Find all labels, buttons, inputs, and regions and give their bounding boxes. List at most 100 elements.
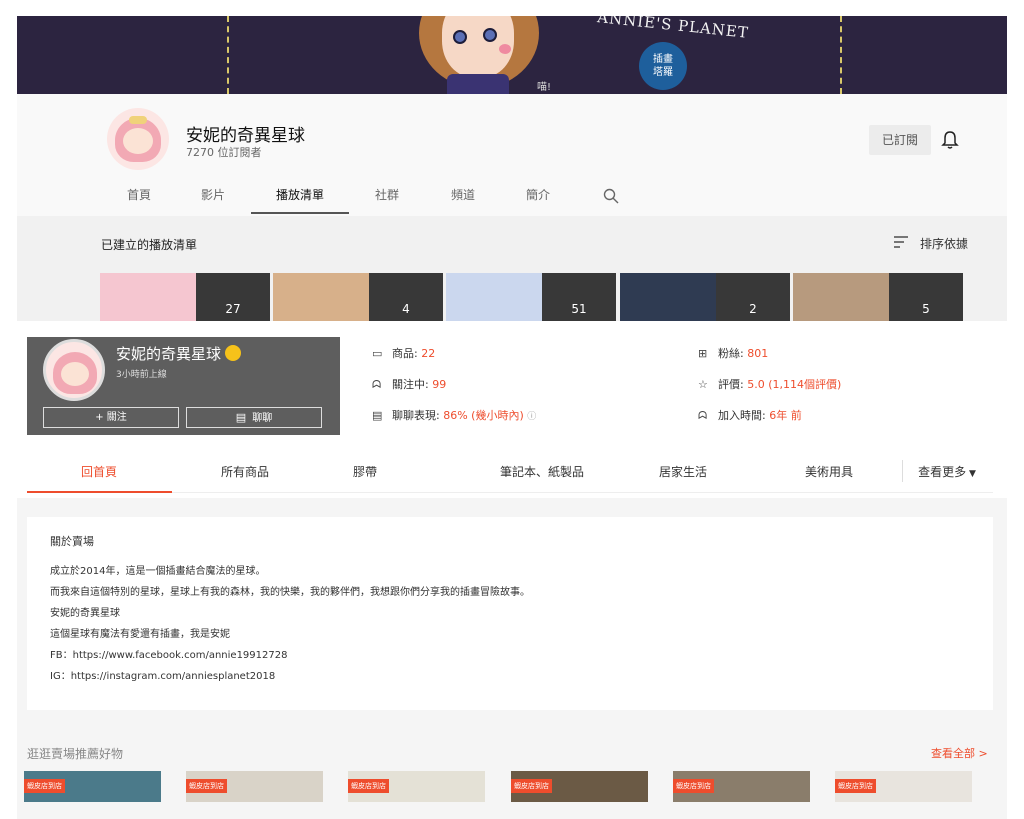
- banner-eye: [483, 28, 497, 42]
- stat-joined: ᗣ 加入時間: 6年 前: [698, 409, 802, 422]
- view-all-link[interactable]: 查看全部 >: [931, 745, 988, 761]
- tab-notebooks[interactable]: 筆記本、紙製品: [487, 463, 597, 480]
- playlist-art: [446, 273, 542, 321]
- shop-tabs: 回首頁 所有商品 膠帶 筆記本、紙製品 居家生活 美術用具 查看更多 ▼: [27, 457, 993, 493]
- banner-dashed-line: [227, 16, 229, 94]
- channel-name: 安妮的奇異星球: [186, 126, 305, 146]
- shop-name: 安妮的奇異星球: [116, 343, 242, 364]
- banner-collar: [447, 74, 509, 94]
- chat-bubble-icon: ▤: [372, 409, 383, 422]
- about-ig-link[interactable]: IG：https://instagram.com/anniesplanet201…: [50, 667, 275, 682]
- stat-products: ▭ 商品: 22: [372, 347, 436, 360]
- about-fb-link[interactable]: FB：https://www.facebook.com/annie1991272…: [50, 646, 287, 661]
- playlist-thumbnail[interactable]: 27: [100, 273, 270, 321]
- channel-banner: ANNIE'S PLANET 插畫 塔羅 喵!: [17, 16, 1007, 94]
- banner-badge-line: 插畫: [653, 54, 673, 65]
- tab-home-living[interactable]: 居家生活: [655, 463, 711, 480]
- tab-all-products[interactable]: 所有商品: [207, 463, 283, 480]
- shop-profile-card: 安妮的奇異星球 3小時前上線 + 關注 ▤ 聊聊: [27, 337, 340, 435]
- playlist-art: [273, 273, 369, 321]
- about-shop-card: 關於賣場 成立於2014年，這是一個插畫結合魔法的星球。 而我來自這個特別的星球…: [27, 517, 993, 710]
- playlist-video-count: 5: [889, 273, 963, 321]
- playlist-thumbnail[interactable]: 51: [446, 273, 616, 321]
- last-active: 3小時前上線: [116, 370, 167, 380]
- product-card[interactable]: 蝦皮店到店: [673, 771, 810, 802]
- tab-about[interactable]: 簡介: [526, 186, 550, 214]
- banner-badge-line: 塔羅: [653, 67, 673, 78]
- more-tabs-button[interactable]: 查看更多 ▼: [916, 463, 978, 480]
- youtube-channel-panel: ANNIE'S PLANET 插畫 塔羅 喵! 安妮的奇異星球 7270 位訂閱…: [17, 16, 1007, 321]
- tab-channels[interactable]: 頻道: [451, 186, 475, 214]
- playlist-video-count: 2: [716, 273, 790, 321]
- product-card[interactable]: 蝦皮店到店: [835, 771, 972, 802]
- stat-rating: ☆ 評價: 5.0 (1,114個評價): [698, 378, 842, 391]
- search-icon[interactable]: [603, 188, 619, 204]
- tab-videos[interactable]: 影片: [201, 186, 225, 214]
- store-pickup-tag: 蝦皮店到店: [835, 779, 876, 793]
- banner-title: ANNIE'S PLANET: [596, 16, 750, 42]
- person-icon: ᗣ: [698, 409, 708, 422]
- playlist-art: [620, 273, 716, 321]
- store-icon: ▭: [372, 347, 383, 360]
- tab-home[interactable]: 首頁: [127, 186, 151, 214]
- star-icon: ☆: [698, 378, 708, 391]
- banner-eye: [453, 30, 467, 44]
- channel-avatar[interactable]: [107, 108, 169, 170]
- banner-small-text: 喵!: [537, 82, 552, 93]
- store-pickup-tag: 蝦皮店到店: [186, 779, 227, 793]
- product-card[interactable]: 蝦皮店到店: [511, 771, 648, 802]
- about-line: 成立於2014年，這是一個插畫結合魔法的星球。: [50, 566, 266, 577]
- person-icon: ᗣ: [372, 378, 382, 391]
- subscribed-button[interactable]: 已訂閱: [869, 125, 931, 155]
- playlist-art: [100, 273, 196, 321]
- about-line: 而我來自這個特別的星球，星球上有我的森林，我的快樂，我的夥伴們，我想跟你們分享我…: [50, 587, 530, 598]
- store-pickup-tag: 蝦皮店到店: [673, 779, 714, 793]
- playlist-thumbnail[interactable]: 4: [273, 273, 443, 321]
- product-card[interactable]: 蝦皮店到店: [24, 771, 161, 802]
- banner-cheek: [499, 44, 511, 54]
- caret-down-icon: ▼: [966, 469, 976, 479]
- playlist-thumbnail[interactable]: 2: [620, 273, 790, 321]
- banner-badge: 插畫 塔羅: [639, 42, 687, 90]
- tab-art-supplies[interactable]: 美術用具: [801, 463, 857, 480]
- shop-name-text: 安妮的奇異星球: [116, 345, 222, 363]
- about-line: 安妮的奇異星球: [50, 608, 120, 619]
- about-title: 關於賣場: [50, 535, 94, 548]
- more-tabs-label: 查看更多: [918, 465, 967, 479]
- tab-playlists[interactable]: 播放清單: [251, 186, 349, 214]
- playlist-thumbnail[interactable]: 5: [793, 273, 963, 321]
- smiley-icon: [225, 345, 242, 361]
- chat-icon: ▤: [235, 411, 247, 424]
- playlist-video-count: 27: [196, 273, 270, 321]
- followers-icon: ⊞: [698, 347, 708, 360]
- tab-divider: [902, 460, 903, 482]
- sort-icon[interactable]: [894, 236, 908, 248]
- store-pickup-tag: 蝦皮店到店: [348, 779, 389, 793]
- store-pickup-tag: 蝦皮店到店: [511, 779, 552, 793]
- product-card[interactable]: 蝦皮店到店: [348, 771, 485, 802]
- bell-icon[interactable]: [941, 130, 959, 150]
- playlist-art: [793, 273, 889, 321]
- chat-button[interactable]: ▤ 聊聊: [186, 407, 322, 428]
- stat-chat-performance: ▤ 聊聊表現: 86% (幾小時內) ⓘ: [372, 409, 537, 422]
- playlist-video-count: 4: [369, 273, 443, 321]
- tab-tape[interactable]: 膠帶: [345, 463, 385, 480]
- shop-avatar[interactable]: [43, 339, 105, 401]
- stat-following: ᗣ 關注中: 99: [372, 378, 447, 391]
- tab-community[interactable]: 社群: [375, 186, 399, 214]
- stat-followers: ⊞ 粉絲: 801: [698, 347, 769, 360]
- playlist-video-count: 51: [542, 273, 616, 321]
- banner-dashed-line: [840, 16, 842, 94]
- chat-button-label: 聊聊: [252, 413, 273, 424]
- follow-button[interactable]: + 關注: [43, 407, 179, 428]
- tab-shop-home[interactable]: 回首頁: [63, 463, 135, 480]
- subscriber-count: 7270 位訂閱者: [186, 146, 262, 159]
- sort-button[interactable]: 排序依據: [920, 235, 968, 252]
- store-pickup-tag: 蝦皮店到店: [24, 779, 65, 793]
- info-icon[interactable]: ⓘ: [527, 412, 536, 422]
- channel-tabs: 首頁 影片 播放清單 社群 頻道 簡介: [17, 186, 1007, 216]
- recommend-title: 逛逛賣場推薦好物: [27, 747, 124, 761]
- product-card[interactable]: 蝦皮店到店: [186, 771, 323, 802]
- section-title: 已建立的播放清單: [101, 238, 198, 252]
- playlists-section: 已建立的播放清單 排序依據 27 4 51 2 5: [17, 216, 1007, 321]
